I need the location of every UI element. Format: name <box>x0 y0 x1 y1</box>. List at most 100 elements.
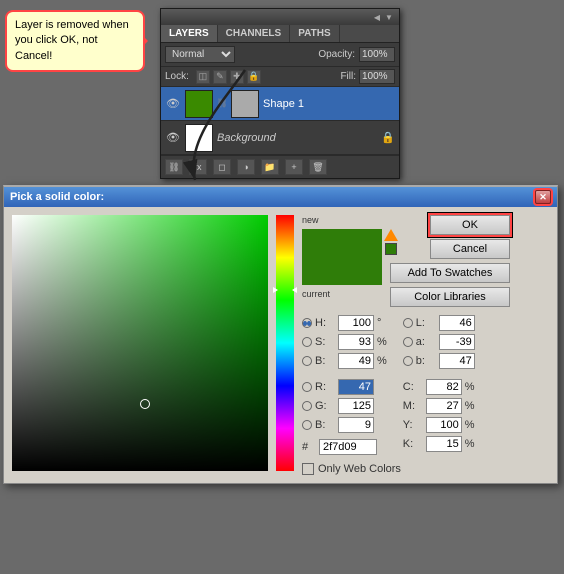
color-gradient-dark-overlay <box>12 215 268 471</box>
c-label: C: <box>403 381 423 393</box>
b3-input[interactable] <box>439 353 475 369</box>
y-input[interactable] <box>426 417 462 433</box>
layer-visibility-bg-icon[interactable]: 👁 <box>165 130 181 146</box>
fill-label: Fill: <box>340 71 356 82</box>
layers-bottom-bar: ⛓ fx ◻ ◑ 📁 + 🗑 <box>161 155 399 178</box>
s-unit: % <box>377 336 387 348</box>
m-unit: % <box>465 400 475 412</box>
hex-row: # <box>302 439 387 455</box>
hue-spectrum-slider[interactable] <box>276 215 294 471</box>
only-web-colors-row: Only Web Colors <box>302 463 549 475</box>
r-radio[interactable] <box>302 382 312 392</box>
fill-input[interactable] <box>359 69 395 84</box>
a-radio[interactable] <box>403 337 413 347</box>
b2-input[interactable] <box>338 417 374 433</box>
preview-and-buttons: new current <box>302 215 382 307</box>
l-row: L: <box>403 315 475 331</box>
b3-row: b: <box>403 353 475 369</box>
red-row: R: <box>302 379 387 395</box>
r-input[interactable] <box>338 379 374 395</box>
current-label: current <box>302 289 382 299</box>
l-radio[interactable] <box>403 318 413 328</box>
b2-radio[interactable] <box>302 420 312 430</box>
layer-link-icon: ⛓ <box>217 90 227 118</box>
link-layers-icon[interactable]: ⛓ <box>165 159 183 175</box>
layer-row-background[interactable]: 👁 Background 🔒 <box>161 121 399 155</box>
color-libraries-button[interactable]: Color Libraries <box>390 287 510 307</box>
b-radio[interactable] <box>302 356 312 366</box>
dialog-close-button[interactable]: ✕ <box>535 190 551 204</box>
blue-row: B: <box>302 417 387 433</box>
color-gradient-picker[interactable] <box>12 215 268 471</box>
m-row: M: % <box>403 398 475 414</box>
a-input[interactable] <box>439 334 475 350</box>
ok-button[interactable]: OK <box>430 215 510 235</box>
gamut-warning-icon[interactable] <box>384 229 398 241</box>
lock-label: Lock: <box>165 71 189 82</box>
cancel-button[interactable]: Cancel <box>430 239 510 259</box>
preview-current-color <box>302 257 382 285</box>
g-radio[interactable] <box>302 401 312 411</box>
b-unit: % <box>377 355 387 367</box>
b3-radio[interactable] <box>403 356 413 366</box>
hue-row: H: ° <box>302 315 387 331</box>
delete-layer-icon[interactable]: 🗑 <box>309 159 327 175</box>
b3-label: b: <box>416 355 436 367</box>
c-input[interactable] <box>426 379 462 395</box>
layer-style-icon[interactable]: fx <box>189 159 207 175</box>
l-input[interactable] <box>439 315 475 331</box>
top-right: new current <box>302 215 549 307</box>
tab-paths[interactable]: PATHS <box>290 25 339 42</box>
h-input[interactable] <box>338 315 374 331</box>
c-unit: % <box>465 381 475 393</box>
hue-slider-handle[interactable] <box>273 287 297 293</box>
add-to-swatches-button[interactable]: Add To Swatches <box>390 263 510 283</box>
new-group-icon[interactable]: 📁 <box>261 159 279 175</box>
add-mask-icon[interactable]: ◻ <box>213 159 231 175</box>
r-label: R: <box>315 381 335 393</box>
tab-layers[interactable]: LAYERS <box>161 25 218 42</box>
k-label: K: <box>403 438 423 450</box>
panel-menu-btn[interactable]: ▼ <box>383 12 395 22</box>
hue-radio[interactable] <box>302 318 312 328</box>
lock-transparent-icon[interactable]: ◫ <box>196 70 210 84</box>
lock-pixels-icon[interactable]: ✎ <box>213 70 227 84</box>
blend-mode-select[interactable]: Normal <box>165 46 235 63</box>
k-input[interactable] <box>426 436 462 452</box>
panel-collapse-btn[interactable]: ◀ <box>371 12 383 22</box>
b-input[interactable] <box>338 353 374 369</box>
opacity-input[interactable] <box>359 47 395 62</box>
hsb-rgb-col: H: ° S: % B: % <box>302 315 387 455</box>
layer-thumbnail-color <box>185 90 213 118</box>
hex-input[interactable] <box>319 439 377 455</box>
adjustment-layer-icon[interactable]: ◑ <box>237 159 255 175</box>
only-web-colors-checkbox[interactable] <box>302 463 314 475</box>
g-input[interactable] <box>338 398 374 414</box>
layer-thumbnail-bg <box>185 124 213 152</box>
lock-all-icon[interactable]: 🔒 <box>247 70 261 84</box>
only-web-colors-label: Only Web Colors <box>318 463 401 475</box>
s-input[interactable] <box>338 334 374 350</box>
layer-name-shape1: Shape 1 <box>263 98 304 110</box>
new-layer-icon[interactable]: + <box>285 159 303 175</box>
m-label: M: <box>403 400 423 412</box>
gradient-crosshair <box>140 399 150 409</box>
lock-move-icon[interactable]: ✚ <box>230 70 244 84</box>
b-label: B: <box>315 355 335 367</box>
lock-icons: ◫ ✎ ✚ 🔒 <box>196 70 261 84</box>
opacity-label: Opacity: <box>318 49 355 60</box>
layer-row-shape1[interactable]: 👁 ⛓ Shape 1 <box>161 87 399 121</box>
tab-channels[interactable]: CHANNELS <box>218 25 291 42</box>
s-radio[interactable] <box>302 337 312 347</box>
layer-visibility-icon[interactable]: 👁 <box>165 96 181 112</box>
callout-text: Layer is removed when you click OK, not … <box>15 19 129 62</box>
layer-lock-icon: 🔒 <box>381 131 395 144</box>
m-input[interactable] <box>426 398 462 414</box>
lab-cmyk-col: L: a: b: C: <box>403 315 475 455</box>
layers-panel: ◀ ▼ LAYERS CHANNELS PATHS Normal Opacity… <box>160 8 400 179</box>
y-unit: % <box>465 419 475 431</box>
layers-list: 👁 ⛓ Shape 1 👁 Background 🔒 <box>161 87 399 155</box>
preview-boxes <box>302 229 382 285</box>
layer-name-background: Background <box>217 132 276 144</box>
y-row: Y: % <box>403 417 475 433</box>
